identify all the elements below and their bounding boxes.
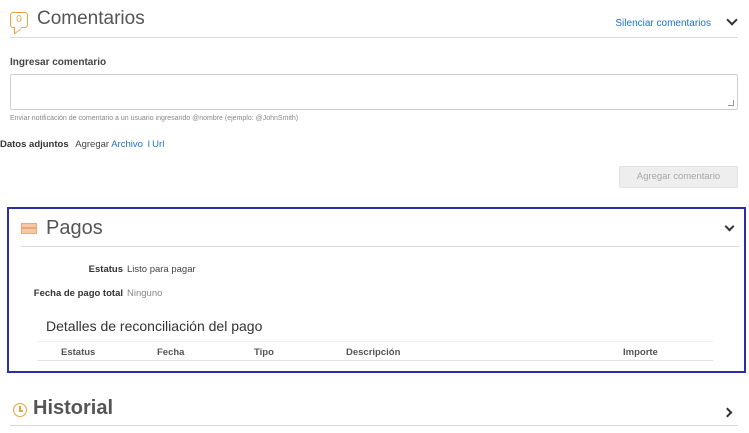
- attachments-add-text: Agregar: [75, 139, 110, 150]
- column-header-type[interactable]: Tipo: [254, 347, 274, 358]
- comment-input-label: Ingresar comentario: [10, 57, 107, 68]
- column-header-status[interactable]: Estatus: [61, 347, 95, 358]
- resize-grip-icon[interactable]: [728, 100, 734, 106]
- status-label: Estatus: [88, 264, 123, 275]
- attachments-label: Datos adjuntos: [0, 139, 69, 150]
- payments-title: Pagos: [46, 217, 103, 239]
- comment-icon: 0: [10, 12, 28, 28]
- reconciliation-title: Detalles de reconciliación del pago: [46, 318, 263, 334]
- clock-icon: [13, 403, 27, 417]
- history-title: Historial: [33, 397, 114, 419]
- history-section-header[interactable]: Historial: [10, 394, 738, 426]
- comment-hint-text: Enviar notificación de comentario a un u…: [10, 115, 299, 122]
- comments-title: Comentarios: [37, 8, 145, 29]
- comment-textarea[interactable]: [10, 74, 738, 110]
- attach-url-link[interactable]: Url: [152, 139, 164, 150]
- comment-icon-glyph: 0: [16, 14, 22, 25]
- total-payment-date-value: Ninguno: [127, 288, 163, 299]
- column-header-date[interactable]: Fecha: [157, 347, 184, 358]
- column-header-amount[interactable]: Importe: [623, 347, 658, 358]
- chevron-right-icon[interactable]: [722, 407, 733, 418]
- total-payment-date-label: Fecha de pago total: [33, 288, 123, 299]
- column-header-description[interactable]: Descripción: [346, 347, 400, 358]
- attachments-row: Datos adjuntos Agregar Archivo I Url: [0, 139, 164, 150]
- attachments-separator: I: [147, 139, 151, 150]
- payments-panel: Pagos Estatus Listo para pagar Fecha de …: [7, 207, 746, 373]
- status-value: Listo para pagar: [127, 264, 196, 275]
- payments-section-header[interactable]: Pagos: [21, 209, 739, 247]
- credit-card-icon: [21, 223, 37, 234]
- chevron-down-icon[interactable]: [724, 221, 735, 232]
- comments-section-header: 0 Comentarios Silenciar comentarios: [10, 8, 738, 38]
- chevron-down-icon[interactable]: [726, 14, 738, 26]
- reconciliation-table-header: Estatus Fecha Tipo Descripción Importe: [37, 341, 713, 361]
- attach-file-link[interactable]: Archivo: [111, 139, 143, 150]
- add-comment-button[interactable]: Agregar comentario: [619, 166, 738, 188]
- mute-comments-link[interactable]: Silenciar comentarios: [615, 18, 711, 29]
